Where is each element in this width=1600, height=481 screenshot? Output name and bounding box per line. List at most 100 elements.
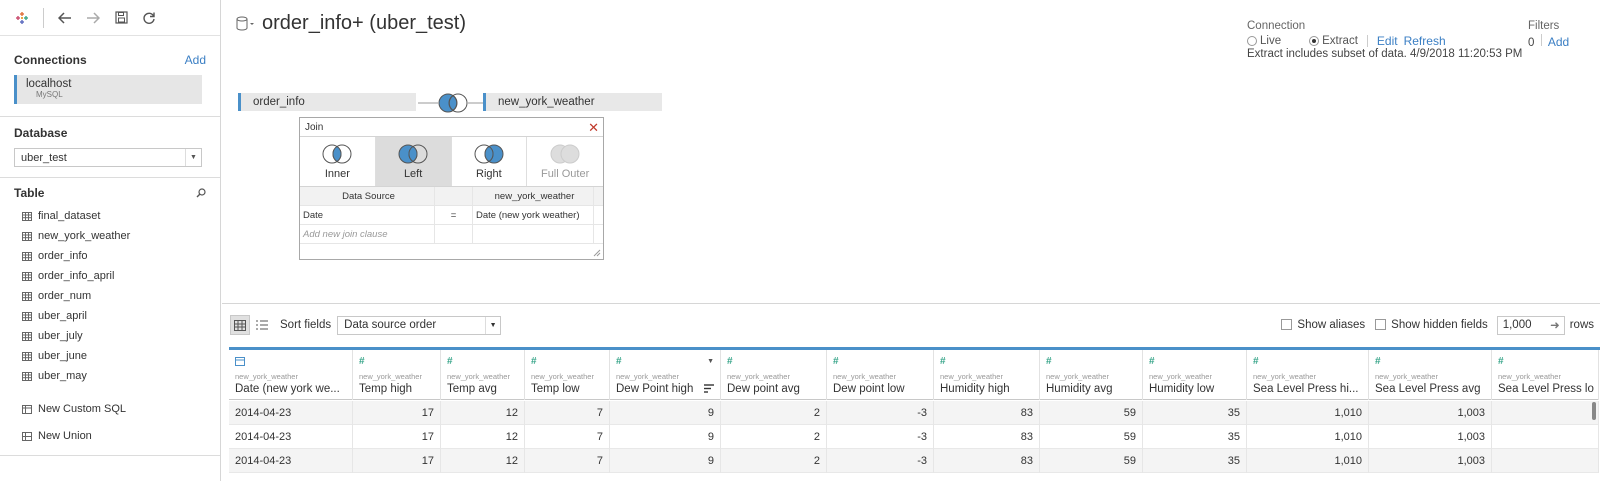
number-type-icon[interactable]: # (1498, 356, 1504, 367)
table-cell[interactable]: 35 (1143, 449, 1247, 473)
table-cell[interactable]: 59 (1040, 449, 1143, 473)
table-cell[interactable]: 9 (610, 401, 721, 425)
table-cell[interactable] (1492, 401, 1599, 425)
table-cell[interactable]: 7 (525, 425, 610, 449)
table-cell[interactable]: 2014-04-23 (229, 449, 353, 473)
sort-icon[interactable] (704, 384, 714, 396)
table-cell[interactable]: 17 (353, 449, 441, 473)
table-cell[interactable]: 7 (525, 401, 610, 425)
table-cell[interactable]: 1,003 (1369, 401, 1492, 425)
table-cell[interactable]: -3 (827, 401, 934, 425)
join-left-field[interactable]: Date (300, 206, 435, 224)
show-hidden-checkbox[interactable]: Show hidden fields (1375, 319, 1488, 331)
edit-link[interactable]: Edit (1377, 34, 1398, 48)
refresh-icon[interactable] (137, 6, 161, 30)
column-header[interactable]: # new_york_weather Dew point low (827, 350, 934, 400)
back-arrow-icon[interactable] (53, 6, 77, 30)
table-cell[interactable]: 12 (441, 425, 525, 449)
grid-view-button[interactable] (230, 315, 250, 335)
table-cell[interactable]: 83 (934, 449, 1040, 473)
table-cell[interactable]: 1,003 (1369, 449, 1492, 473)
table-cell[interactable]: 35 (1143, 425, 1247, 449)
table-cell[interactable]: 1,010 (1247, 425, 1369, 449)
table-cell[interactable]: 59 (1040, 401, 1143, 425)
number-type-icon[interactable]: # (531, 356, 537, 367)
canvas-divider[interactable] (222, 303, 1600, 304)
database-select[interactable]: uber_test ▼ (14, 148, 202, 167)
arrow-right-icon[interactable]: ➜ (1550, 318, 1560, 332)
number-type-icon[interactable]: # (940, 356, 946, 367)
table-cell[interactable]: 9 (610, 449, 721, 473)
table-cell[interactable]: -3 (827, 425, 934, 449)
column-header[interactable]: # new_york_weather Dew point avg (721, 350, 827, 400)
table-cell[interactable]: -3 (827, 449, 934, 473)
table-cell[interactable]: 2 (721, 449, 827, 473)
right-table-box[interactable]: new_york_weather (483, 93, 662, 111)
column-header[interactable]: new_york_weather Date (new york we... (229, 350, 353, 400)
table-item[interactable]: order_info_april (0, 266, 220, 286)
refresh-link[interactable]: Refresh (1404, 34, 1446, 48)
table-cell[interactable]: 1,010 (1247, 449, 1369, 473)
table-cell[interactable]: 2 (721, 401, 827, 425)
tableau-logo-icon[interactable] (10, 6, 34, 30)
vertical-scrollbar[interactable] (1592, 402, 1596, 420)
table-cell[interactable]: 59 (1040, 425, 1143, 449)
number-type-icon[interactable]: # (1046, 356, 1052, 367)
table-cell[interactable]: 2014-04-23 (229, 425, 353, 449)
save-icon[interactable] (109, 6, 133, 30)
sort-fields-select[interactable]: Data source order ▼ (337, 315, 502, 335)
join-right-field[interactable]: Date (new york weather) (473, 206, 594, 224)
table-item[interactable]: final_dataset (0, 206, 220, 226)
join-clause-row[interactable]: Date = Date (new york weather) (300, 206, 603, 225)
table-cell[interactable]: 9 (610, 425, 721, 449)
add-join-clause-row[interactable]: Add new join clause (300, 225, 603, 244)
connection-item-localhost[interactable]: localhost MySQL (14, 75, 202, 104)
table-cell[interactable]: 1,010 (1247, 401, 1369, 425)
table-cell[interactable] (1492, 425, 1599, 449)
number-type-icon[interactable]: # (447, 356, 453, 367)
column-header[interactable]: # new_york_weather Sea Level Press avg (1369, 350, 1492, 400)
close-icon[interactable]: ✕ (588, 121, 599, 134)
list-view-button[interactable] (252, 315, 272, 335)
table-item[interactable]: order_info (0, 246, 220, 266)
table-item[interactable]: order_num (0, 286, 220, 306)
forward-arrow-icon[interactable] (81, 6, 105, 30)
join-type-right[interactable]: Right (452, 137, 528, 186)
column-header[interactable]: # new_york_weather Humidity avg (1040, 350, 1143, 400)
table-cell[interactable]: 83 (934, 425, 1040, 449)
add-filter-link[interactable]: Add (1548, 35, 1569, 49)
table-item[interactable]: new_york_weather (0, 226, 220, 246)
left-table-box[interactable]: order_info (238, 93, 416, 111)
table-cell[interactable]: 2014-04-23 (229, 401, 353, 425)
number-type-icon[interactable]: # (1149, 356, 1155, 367)
number-type-icon[interactable]: # (359, 356, 365, 367)
chevron-down-icon[interactable]: ▼ (185, 149, 201, 166)
column-header[interactable]: # new_york_weather Temp low (525, 350, 610, 400)
column-header[interactable]: # new_york_weather Temp high (353, 350, 441, 400)
table-item[interactable]: uber_april (0, 306, 220, 326)
new-union-button[interactable]: New Union (0, 426, 220, 446)
column-header[interactable]: # new_york_weather Humidity high (934, 350, 1040, 400)
join-type-inner[interactable]: Inner (300, 137, 376, 186)
number-type-icon[interactable]: # (1253, 356, 1259, 367)
column-header[interactable]: # new_york_weather Sea Level Press lo (1492, 350, 1599, 400)
calendar-icon[interactable] (235, 356, 245, 369)
table-cell[interactable]: 17 (353, 401, 441, 425)
table-item[interactable]: uber_may (0, 366, 220, 386)
extract-radio[interactable]: Extract (1309, 35, 1358, 47)
number-type-icon[interactable]: # (1375, 356, 1381, 367)
table-cell[interactable]: 35 (1143, 401, 1247, 425)
table-cell[interactable]: 83 (934, 401, 1040, 425)
column-header[interactable]: # new_york_weather Humidity low (1143, 350, 1247, 400)
resize-grip-icon[interactable] (593, 249, 601, 257)
search-icon[interactable] (196, 188, 206, 198)
live-radio[interactable]: Live (1247, 35, 1281, 47)
column-header[interactable]: # new_york_weather Dew Point high ▼ (610, 350, 721, 400)
table-cell[interactable]: 17 (353, 425, 441, 449)
add-join-clause-placeholder[interactable]: Add new join clause (300, 225, 435, 243)
column-header[interactable]: # new_york_weather Temp avg (441, 350, 525, 400)
table-cell[interactable] (1492, 449, 1599, 473)
show-aliases-checkbox[interactable]: Show aliases (1281, 319, 1365, 331)
table-item[interactable]: uber_june (0, 346, 220, 366)
table-cell[interactable]: 12 (441, 401, 525, 425)
